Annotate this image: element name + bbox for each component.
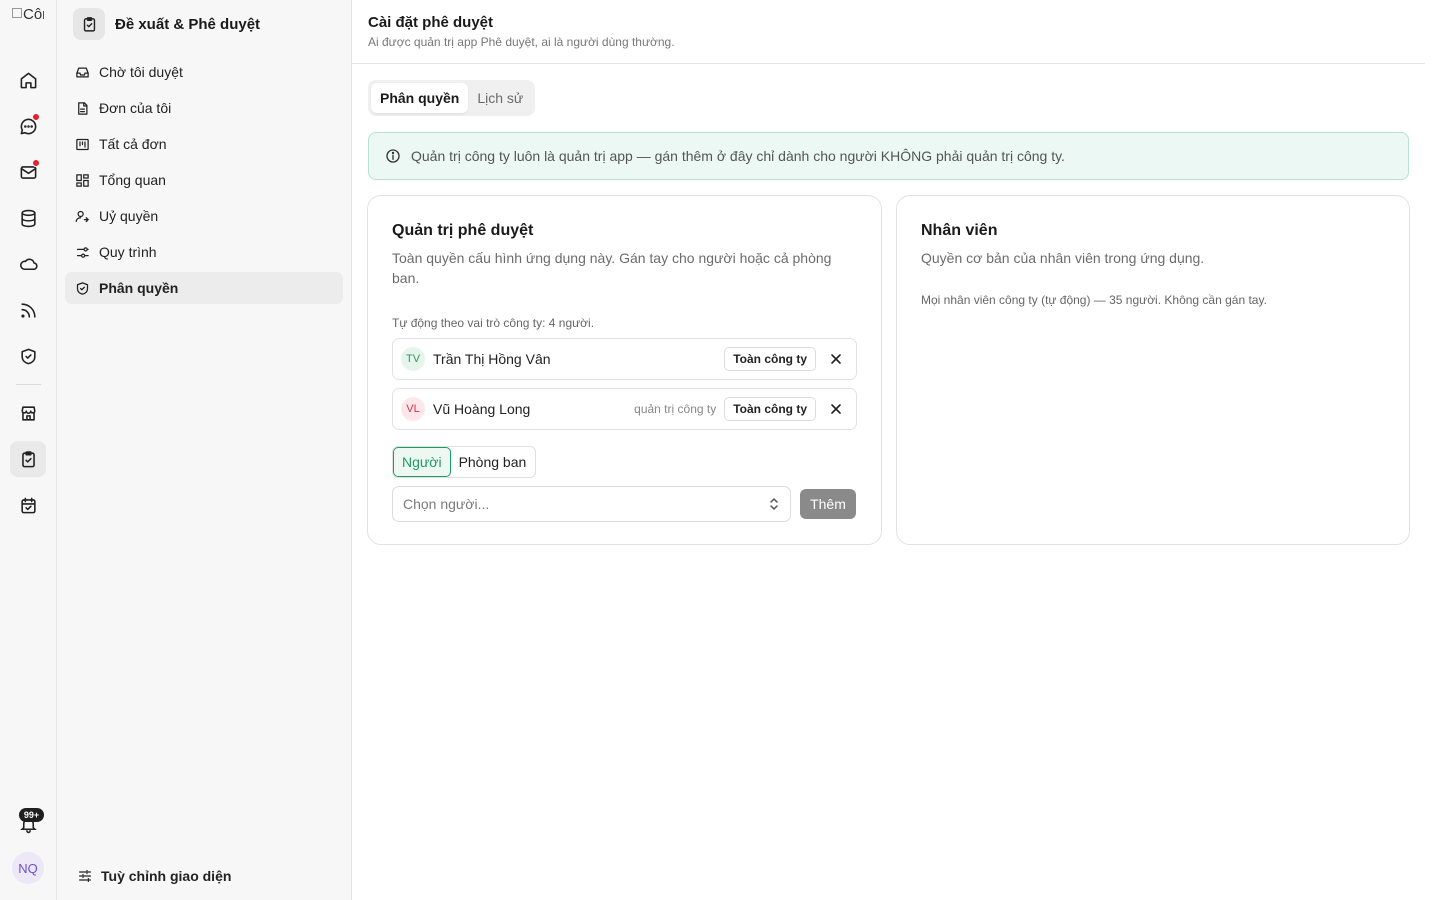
info-notice: Quản trị công ty luôn là quản trị app — … <box>368 132 1409 180</box>
customize-ui-button[interactable]: Tuỳ chỉnh giao diện <box>77 864 231 888</box>
page-header: Cài đặt phê duyệt Ai được quản trị app P… <box>352 0 1425 64</box>
dashboard-icon <box>76 173 89 187</box>
notification-badge: 99+ <box>19 808 44 822</box>
calendar-check-icon[interactable] <box>10 487 46 523</box>
main-content: Cài đặt phê duyệt Ai được quản trị app P… <box>352 0 1440 900</box>
scope-badge[interactable]: Toàn công ty <box>724 397 816 421</box>
sidebar-item-label: Đơn của tôi <box>99 100 172 116</box>
auto-role-note: Tự động theo vai trò công ty: 4 người. <box>392 316 595 330</box>
member-row: VL Vũ Hoàng Long quản trị công ty Toàn c… <box>392 388 857 430</box>
close-icon[interactable] <box>828 401 844 417</box>
add-button[interactable]: Thêm <box>800 489 856 519</box>
sidebar-item-label: Tất cả đơn <box>99 136 167 152</box>
sidebar-item-uy-quyen[interactable]: Uỷ quyền <box>65 200 343 232</box>
company-logo[interactable]: Côn <box>12 8 44 40</box>
sidebar-item-label: Quy trình <box>99 244 157 260</box>
close-icon[interactable] <box>828 351 844 367</box>
chevron-up-down-icon <box>770 498 778 510</box>
user-delegate-icon <box>75 210 90 222</box>
sidebar-item-label: Tổng quan <box>99 172 166 188</box>
page-title: Cài đặt phê duyệt <box>368 14 494 31</box>
person-select-placeholder: Chọn người... <box>403 496 490 512</box>
mail-icon[interactable] <box>10 154 46 190</box>
database-icon[interactable] <box>10 200 46 236</box>
clipboard-check-icon <box>73 8 105 40</box>
employee-note: Mọi nhân viên công ty (tự động) — 35 ngư… <box>921 293 1267 307</box>
sliders-icon <box>79 870 91 882</box>
member-role: quản trị công ty <box>634 402 717 416</box>
tab-lich-su[interactable]: Lịch sử <box>468 83 532 113</box>
employee-card: Nhân viên Quyền cơ bản của nhân viên tro… <box>896 195 1410 545</box>
sidebar-item-quy-trinh[interactable]: Quy trình <box>65 236 343 268</box>
customize-label: Tuỳ chỉnh giao diện <box>101 868 232 884</box>
admin-card-description: Toàn quyền cấu hình ứng dụng này. Gán ta… <box>392 250 832 286</box>
tab-phan-quyen[interactable]: Phân quyền <box>371 83 469 113</box>
shield-check-icon[interactable] <box>10 338 46 374</box>
sidebar-item-tong-quan[interactable]: Tổng quan <box>65 164 343 196</box>
notice-text: Quản trị công ty luôn là quản trị app — … <box>411 148 1065 164</box>
member-name: Vũ Hoàng Long <box>433 401 531 417</box>
app-sidebar: Đề xuất & Phê duyệt Chờ tôi duyệt Đơn củ… <box>57 0 352 900</box>
segment-nguoi[interactable]: Người <box>393 447 451 477</box>
segment-phong-ban[interactable]: Phòng ban <box>451 447 535 477</box>
sidebar-item-label: Uỷ quyền <box>99 208 159 224</box>
rss-icon[interactable] <box>10 292 46 328</box>
sidebar-item-phan-quyen[interactable]: Phân quyền <box>65 272 343 304</box>
inbox-icon <box>76 67 89 77</box>
unread-dot <box>32 159 40 167</box>
icon-rail: Côn 99+ NQ <box>0 0 57 900</box>
app-title: Đề xuất & Phê duyệt <box>115 15 261 33</box>
clipboard-check-icon[interactable] <box>10 441 46 477</box>
avatar: VL <box>401 397 425 421</box>
store-icon[interactable] <box>10 395 46 431</box>
person-select[interactable]: Chọn người... <box>392 486 791 522</box>
workflow-icon <box>76 246 89 258</box>
sidebar-item-label: Phân quyền <box>99 280 179 296</box>
member-row: TV Trần Thị Hồng Vân Toàn công ty <box>392 338 857 380</box>
cloud-icon[interactable] <box>10 246 46 282</box>
sidebar-item-don-cua-toi[interactable]: Đơn của tôi <box>65 92 343 124</box>
admin-card-title: Quản trị phê duyệt <box>392 222 534 239</box>
user-avatar[interactable]: NQ <box>12 852 44 884</box>
page-subtitle: Ai được quản trị app Phê duyệt, ai là ng… <box>368 35 675 49</box>
employee-card-title: Nhân viên <box>921 222 998 239</box>
scope-badge[interactable]: Toàn công ty <box>724 347 816 371</box>
sidebar-item-label: Chờ tôi duyệt <box>99 64 183 80</box>
app-header: Đề xuất & Phê duyệt <box>73 8 260 40</box>
avatar: TV <box>401 347 425 371</box>
info-icon <box>386 149 400 163</box>
add-member-row: Chọn người... Thêm <box>392 486 857 522</box>
sidebar-item-cho-toi-duyet[interactable]: Chờ tôi duyệt <box>65 56 343 88</box>
sidebar-nav: Chờ tôi duyệt Đơn của tôi Tất cả đơn Tổn… <box>65 56 343 308</box>
admin-card: Quản trị phê duyệt Toàn quyền cấu hình ứ… <box>367 195 882 545</box>
rail-divider <box>16 384 41 385</box>
document-icon <box>78 101 88 115</box>
sidebar-item-tat-ca-don[interactable]: Tất cả đơn <box>65 128 343 160</box>
kanban-icon <box>76 138 89 150</box>
employee-card-description: Quyền cơ bản của nhân viên trong ứng dụn… <box>921 250 1205 266</box>
home-icon[interactable] <box>10 62 46 98</box>
member-name: Trần Thị Hồng Vân <box>433 351 551 367</box>
chat-icon[interactable] <box>10 108 46 144</box>
unread-dot <box>32 113 40 121</box>
tab-bar: Phân quyền Lịch sử <box>368 80 536 116</box>
assign-type-toggle: Người Phòng ban <box>392 446 536 478</box>
shield-icon <box>76 281 89 295</box>
